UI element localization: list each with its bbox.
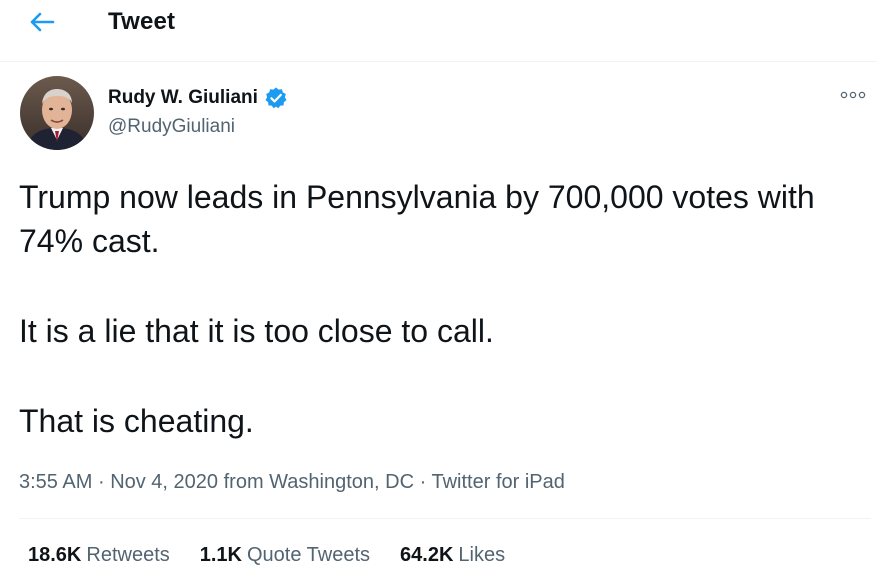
tweet-location[interactable]: from Washington, DC bbox=[224, 471, 414, 493]
author-name[interactable]: Rudy W. Giuliani bbox=[108, 86, 258, 110]
tweet-paragraph: That is cheating. bbox=[19, 403, 254, 439]
meta-separator: · bbox=[97, 471, 105, 493]
tweet-paragraph: Trump now leads in Pennsylvania by 700,0… bbox=[19, 179, 815, 259]
page-title: Tweet bbox=[108, 8, 176, 35]
verified-badge-icon bbox=[264, 86, 288, 110]
tweet-date[interactable]: Nov 4, 2020 bbox=[110, 471, 218, 493]
tweet-time[interactable]: 3:55 AM bbox=[19, 471, 92, 493]
retweets-label: Retweets bbox=[86, 544, 170, 566]
retweets-stat[interactable]: 18.6K Retweets bbox=[28, 541, 170, 569]
divider bbox=[19, 518, 871, 519]
more-options-icon bbox=[840, 87, 866, 105]
quote-tweets-stat[interactable]: 1.1K Quote Tweets bbox=[200, 541, 370, 569]
avatar[interactable] bbox=[20, 76, 94, 150]
author-handle[interactable]: @RudyGiuliani bbox=[108, 115, 235, 139]
tweet-text: Trump now leads in Pennsylvania by 700,0… bbox=[19, 175, 869, 443]
tweet-paragraph: It is a lie that it is too close to call… bbox=[19, 313, 494, 349]
tweet-stats: 18.6K Retweets 1.1K Quote Tweets 64.2K Like… bbox=[28, 541, 535, 569]
arrow-left-icon bbox=[29, 11, 55, 38]
author-name-row[interactable]: Rudy W. Giuliani bbox=[108, 86, 288, 110]
quote-tweets-label: Quote Tweets bbox=[247, 544, 371, 566]
tweet-metadata: 3:55 AM · Nov 4, 2020 from Washington, D… bbox=[19, 468, 565, 496]
tweet-source[interactable]: Twitter for iPad bbox=[431, 471, 564, 493]
back-button[interactable] bbox=[22, 6, 62, 42]
likes-stat[interactable]: 64.2K Likes bbox=[400, 541, 505, 569]
page-header: Tweet bbox=[0, 0, 877, 62]
likes-count: 64.2K bbox=[400, 544, 454, 566]
retweets-count: 18.6K bbox=[28, 544, 82, 566]
quote-tweets-count: 1.1K bbox=[199, 544, 242, 566]
more-options-button[interactable] bbox=[838, 86, 868, 106]
likes-label: Likes bbox=[458, 544, 506, 566]
meta-separator: · bbox=[419, 471, 427, 493]
